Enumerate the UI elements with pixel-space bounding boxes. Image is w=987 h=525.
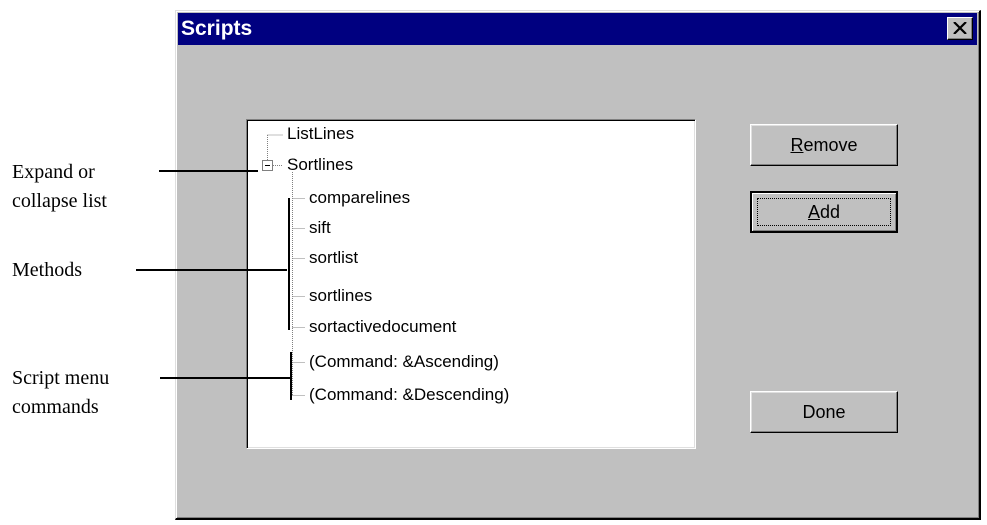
annotation-lines xyxy=(136,170,292,400)
